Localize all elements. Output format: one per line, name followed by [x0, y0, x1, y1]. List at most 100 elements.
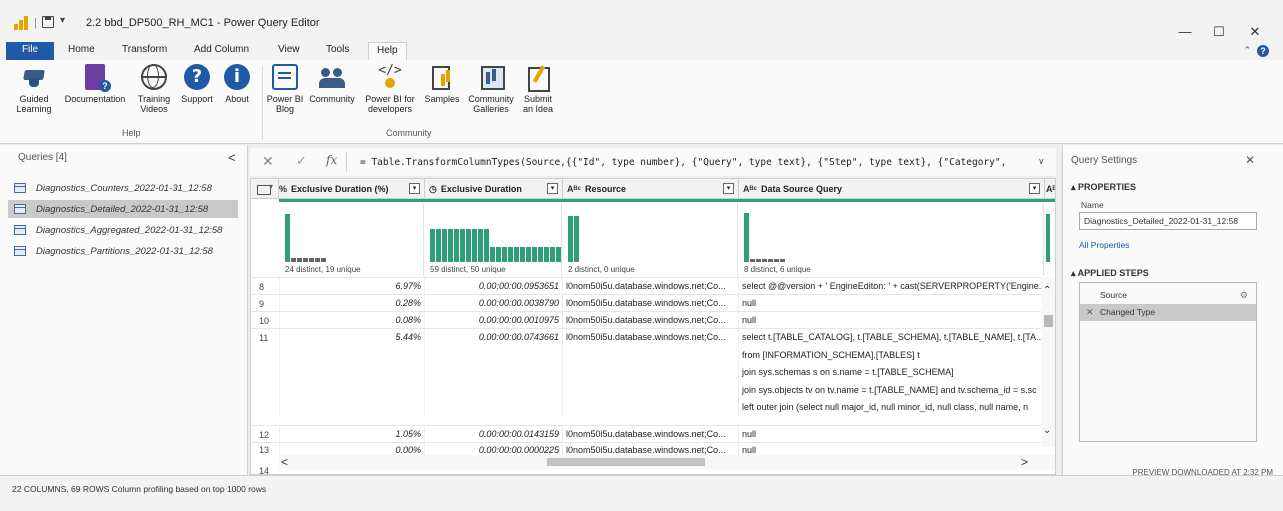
cell-query[interactable]: null	[738, 312, 1041, 329]
query-item[interactable]: Diagnostics_Aggregated_2022-01-31_12:58	[8, 221, 238, 239]
community-button[interactable]: Community	[304, 64, 360, 104]
query-line: join sys.schemas s on s.name = t.[TABLE_…	[742, 367, 954, 377]
cell-duration[interactable]: 0.00:00:00.0743661	[424, 329, 562, 417]
table-row-expanded[interactable]: 11 5.44% 0.00:00:00.0743661 l0nom50i5u.d…	[251, 328, 1041, 417]
step-item-selected[interactable]: ✕ Changed Type	[1080, 304, 1256, 321]
tab-tools[interactable]: Tools	[318, 42, 357, 60]
support-button[interactable]: ? Support	[176, 64, 218, 104]
cell-query[interactable]: select @@version + ' EngineEditon: ' + c…	[738, 278, 1041, 295]
maximize-button[interactable]: ☐	[1204, 24, 1234, 40]
formula-input[interactable]: = Table.TransformColumnTypes(Source,{{"I…	[360, 157, 1030, 168]
cell-query[interactable]: null	[738, 295, 1041, 312]
quick-access-dropdown-icon[interactable]: ▾	[60, 15, 65, 26]
table-row[interactable]: 10 0.08% 0.00:00:00.0010975 l0nom50i5u.d…	[251, 311, 1041, 329]
samples-button[interactable]: Samples	[420, 64, 464, 104]
minimize-button[interactable]: —	[1170, 24, 1200, 39]
percent-type-icon[interactable]: %	[279, 184, 287, 194]
documentation-button[interactable]: Documentation	[58, 64, 132, 104]
power-bi-blog-button[interactable]: Power BI Blog	[266, 64, 304, 114]
cell-resource[interactable]: l0nom50i5u.database.windows.net;Co...	[562, 312, 738, 329]
scroll-down-icon[interactable]: ⌄	[1043, 425, 1051, 436]
distinct-count: 24 distinct, 19 unique	[285, 265, 361, 274]
table-menu-icon[interactable]	[251, 179, 279, 199]
text-type-icon[interactable]: Aᴮᶜ	[743, 184, 757, 194]
scroll-thumb[interactable]	[1044, 315, 1053, 327]
cell-resource[interactable]: l0nom50i5u.database.windows.net;Co...	[562, 329, 738, 417]
samples-icon	[429, 64, 455, 90]
filter-dropdown-icon[interactable]: ▾	[547, 183, 558, 194]
close-button[interactable]: ✕	[1240, 24, 1270, 40]
cell-query[interactable]: null	[738, 426, 1041, 443]
text-type-icon[interactable]: Aᴮᶜ	[567, 184, 581, 194]
query-item[interactable]: Diagnostics_Partitions_2022-01-31_12:58	[8, 242, 238, 260]
scroll-left-icon[interactable]: <	[281, 455, 288, 469]
table-row[interactable]: 9 0.28% 0.00:00:00.0038790 l0nom50i5u.da…	[251, 294, 1041, 312]
cell-pct[interactable]: 0.28%	[279, 295, 424, 312]
filter-dropdown-icon[interactable]: ▾	[409, 183, 420, 194]
column-header-exclusive-duration[interactable]: ◷ Exclusive Duration ▾	[424, 179, 562, 199]
expand-formula-icon[interactable]: ∨	[1038, 156, 1045, 167]
tab-help[interactable]: Help	[368, 42, 407, 60]
guided-learning-button[interactable]: Guided Learning	[10, 64, 58, 114]
horizontal-scrollbar[interactable]: < >	[279, 455, 1055, 469]
query-item-selected[interactable]: Diagnostics_Detailed_2022-01-31_12:58	[8, 200, 238, 218]
tab-view[interactable]: View	[270, 42, 308, 60]
column-profile: 2 distinct, 0 unique	[562, 203, 738, 276]
tab-transform[interactable]: Transform	[114, 42, 175, 60]
filter-dropdown-icon[interactable]: ▾	[723, 183, 734, 194]
cell-duration[interactable]: 0.00:00:00.0010975	[424, 312, 562, 329]
distribution-bar	[478, 229, 483, 262]
cell-query-multiline[interactable]: select t.[TABLE_CATALOG], t.[TABLE_SCHEM…	[738, 329, 1041, 417]
scroll-right-icon[interactable]: >	[1021, 455, 1028, 469]
power-bi-for-developers-button[interactable]: </> Power BI for developers	[360, 64, 420, 115]
step-item[interactable]: Source ⚙	[1080, 287, 1256, 304]
filter-dropdown-icon[interactable]: ▾	[1029, 183, 1040, 194]
cancel-formula-icon[interactable]: ✕	[262, 153, 274, 170]
about-button[interactable]: i About	[218, 64, 256, 104]
cell-duration[interactable]: 0.00:00:00.0038790	[424, 295, 562, 312]
training-videos-button[interactable]: Training Videos	[132, 64, 176, 114]
fx-icon[interactable]: fx	[326, 153, 337, 167]
column-header-resource[interactable]: Aᴮᶜ Resource ▾	[562, 179, 738, 199]
table-row[interactable]: 14	[251, 466, 279, 474]
cell-resource[interactable]: l0nom50i5u.database.windows.net;Co...	[562, 278, 738, 295]
table-row[interactable]: 13 0.00% 0.00:00:00.0000225 l0nom50i5u.d…	[251, 442, 1041, 457]
cell-resource[interactable]: l0nom50i5u.database.windows.net;Co...	[562, 426, 738, 443]
delete-step-icon[interactable]: ✕	[1086, 304, 1094, 321]
vertical-scrollbar[interactable]: ⌃ ⌄	[1041, 277, 1055, 447]
question-icon: ?	[184, 64, 210, 90]
save-icon[interactable]	[42, 16, 54, 28]
column-header-data-source-query[interactable]: Aᴮᶜ Data Source Query ▾	[738, 179, 1044, 199]
cell-pct[interactable]: 5.44%	[279, 329, 424, 417]
collapse-queries-icon[interactable]: <	[228, 150, 236, 165]
help-icon[interactable]: ?	[1257, 45, 1269, 57]
cell-duration[interactable]: 0.00:00:00.0953651	[424, 278, 562, 295]
all-properties-link[interactable]: All Properties	[1079, 240, 1130, 250]
gear-icon[interactable]: ⚙	[1240, 287, 1248, 304]
scroll-up-icon[interactable]: ⌃	[1043, 285, 1051, 296]
column-header-next[interactable]: Aᴮᶜ	[1044, 179, 1055, 199]
close-query-settings-icon[interactable]: ✕	[1245, 153, 1255, 167]
cell-resource[interactable]: l0nom50i5u.database.windows.net;Co...	[562, 295, 738, 312]
table-row[interactable]: 8 6.97% 0.00:00:00.0953651 l0nom50i5u.da…	[251, 277, 1041, 295]
cell-pct[interactable]: 1.05%	[279, 426, 424, 443]
distribution-bar	[315, 258, 320, 262]
community-galleries-button[interactable]: Community Galleries	[464, 64, 518, 114]
properties-section[interactable]: ▴ PROPERTIES	[1071, 182, 1136, 193]
tab-add-column[interactable]: Add Column	[186, 42, 257, 60]
commit-formula-icon[interactable]: ✓	[296, 153, 307, 169]
tab-home[interactable]: Home	[60, 42, 103, 60]
applied-steps-section[interactable]: ▴ APPLIED STEPS	[1071, 268, 1149, 279]
query-item[interactable]: Diagnostics_Counters_2022-01-31_12:58	[8, 179, 238, 197]
query-name-input[interactable]: Diagnostics_Detailed_2022-01-31_12:58	[1079, 212, 1257, 230]
cell-pct[interactable]: 6.97%	[279, 278, 424, 295]
collapse-ribbon-icon[interactable]: ⌃	[1243, 45, 1251, 56]
cell-pct[interactable]: 0.08%	[279, 312, 424, 329]
submit-an-idea-button[interactable]: Submit an Idea	[518, 64, 558, 114]
column-header-exclusive-duration-pct[interactable]: % Exclusive Duration (%) ▾	[279, 179, 424, 199]
duration-type-icon[interactable]: ◷	[429, 184, 437, 194]
table-row[interactable]: 12 1.05% 0.00:00:00.0143159 l0nom50i5u.d…	[251, 425, 1041, 443]
tab-file[interactable]: File	[6, 42, 54, 60]
scroll-thumb[interactable]	[547, 458, 705, 466]
cell-duration[interactable]: 0.00:00:00.0143159	[424, 426, 562, 443]
